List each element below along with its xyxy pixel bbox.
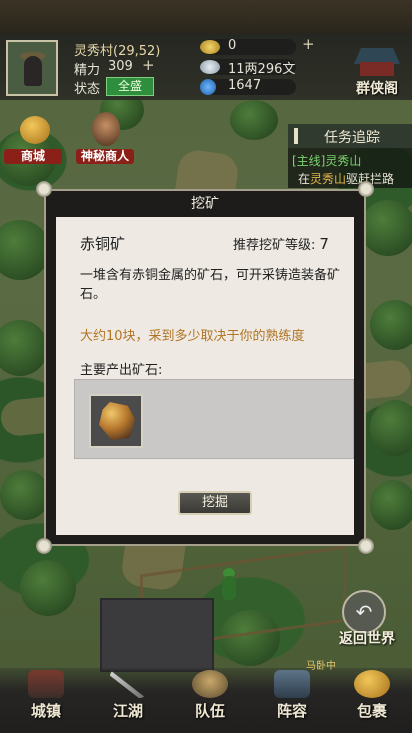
gem-icon (200, 79, 216, 95)
return-world-button[interactable]: ↶ 返回世界 (326, 590, 408, 650)
tree (370, 300, 412, 350)
dialog-corner-icon (358, 181, 374, 197)
gold-ingot-icon (200, 40, 220, 54)
ore-item-slot[interactable] (89, 394, 143, 448)
ore-name: 赤铜矿 (80, 235, 126, 253)
npc-body (222, 576, 236, 600)
gem-value: 1647 (228, 78, 262, 93)
tree (20, 560, 76, 616)
silver-ingot-icon (200, 60, 220, 74)
tree (0, 220, 50, 280)
shop-label: 商城 (4, 149, 62, 164)
gold-value: 0 (228, 38, 237, 53)
nav-team-label: 队伍 (194, 702, 225, 720)
merchant-button[interactable]: 神秘商人 (76, 112, 134, 164)
nav-formation[interactable]: 阵容 (254, 668, 330, 733)
yield-label: 主要产出矿石: (80, 363, 163, 378)
merchant-label: 神秘商人 (76, 149, 134, 164)
player-portrait[interactable] (6, 40, 58, 96)
dialog-content: 赤铜矿 推荐挖矿等级: 7 一堆含有赤铜金属的矿石，可开采铸造装备矿石。 大约10… (54, 191, 356, 531)
level-label: 推荐挖矿等级: (233, 238, 316, 253)
dialog-corner-icon (36, 181, 52, 197)
guild-label: 群侠阁 (356, 81, 398, 97)
tree (370, 480, 412, 530)
merchant-face-icon (92, 112, 120, 146)
status-badge: 全盛 (106, 77, 154, 96)
ore-description: 一堆含有赤铜金属的矿石，可开采铸造装备矿石。 (80, 268, 341, 302)
tree (230, 100, 278, 140)
dialog-corner-icon (36, 538, 52, 554)
bag-icon (354, 670, 390, 698)
tree (0, 320, 48, 376)
town-gate-icon (28, 670, 64, 698)
quest-description[interactable]: 在灵秀山驱赶拦路 (298, 170, 394, 187)
bamboo-hat-icon (192, 670, 228, 698)
nav-bag[interactable]: 包裹 (334, 668, 410, 733)
nav-jianghu[interactable]: 江湖 (90, 668, 166, 733)
quest-desc-prefix: 在 (298, 172, 311, 186)
formation-board-icon (274, 670, 310, 698)
top-strip (0, 0, 412, 34)
portrait-figure (24, 56, 42, 86)
quest-tracker-header[interactable]: 任务追踪 (288, 124, 412, 148)
level-value: 7 (319, 235, 329, 253)
nav-formation-label: 阵容 (276, 702, 307, 720)
quest-tracker-title: 任务追踪 (324, 130, 380, 146)
dig-button[interactable]: 挖掘 (178, 491, 252, 515)
nav-jianghu-label: 江湖 (112, 702, 143, 720)
house (100, 598, 214, 672)
add-gold-icon[interactable]: + (302, 35, 315, 53)
dialog-corner-icon (358, 538, 374, 554)
swords-icon (110, 670, 146, 698)
guild-roof-icon (354, 48, 400, 64)
npc-figure[interactable] (214, 568, 244, 604)
gold-bag-icon (20, 116, 50, 144)
nav-town-label: 城镇 (30, 702, 61, 720)
energy-label: 精力 (74, 63, 101, 78)
guild-button[interactable]: 群侠阁 (346, 38, 408, 98)
nav-team[interactable]: 队伍 (172, 668, 248, 733)
nav-town[interactable]: 城镇 (8, 668, 84, 733)
guild-building-icon (360, 62, 394, 76)
quest-place: 灵秀山 (310, 172, 347, 186)
add-energy-icon[interactable]: + (142, 56, 155, 74)
shop-button[interactable]: 商城 (4, 112, 62, 164)
nav-bag-label: 包裹 (356, 702, 387, 720)
silver-value: 11两296文 (228, 62, 296, 77)
quest-tracker[interactable]: 任务追踪 [主线]灵秀山 在灵秀山驱赶拦路 (288, 124, 412, 188)
return-world-label: 返回世界 (339, 631, 395, 647)
copper-ore-icon (99, 402, 135, 440)
yield-hint: 大约10块，采到多少取决于你的熟练度 (80, 329, 305, 344)
tree (0, 470, 50, 520)
collapse-bar-icon (294, 128, 298, 144)
status-label: 状态 (74, 82, 101, 97)
tree (370, 400, 412, 456)
energy-value: 309 (108, 59, 133, 74)
yield-box (74, 379, 354, 459)
quest-main-line[interactable]: [主线]灵秀山 (292, 152, 361, 169)
tree (360, 200, 412, 256)
recommended-level: 推荐挖矿等级: 7 (233, 234, 329, 253)
